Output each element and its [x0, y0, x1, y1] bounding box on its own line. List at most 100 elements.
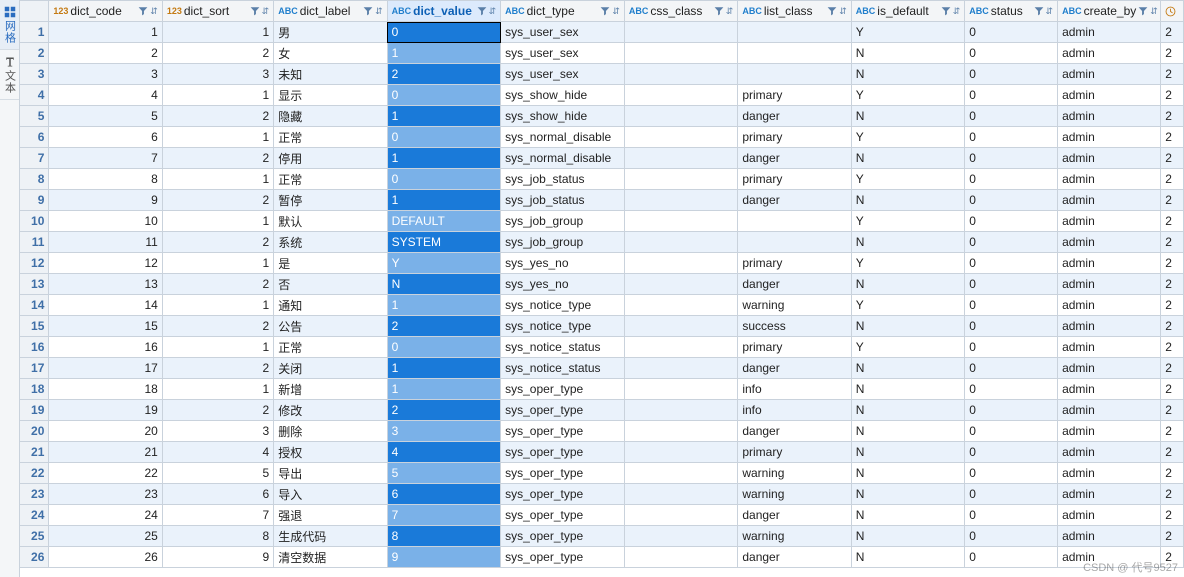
column-header-dict_type[interactable]: ABCdict_type⇵	[501, 1, 625, 22]
cell-dict_value[interactable]: 2	[387, 400, 500, 421]
cell-dict_value[interactable]: N	[387, 274, 500, 295]
cell-dict_code[interactable]: 3	[49, 64, 162, 85]
column-header-list_class[interactable]: ABClist_class⇵	[738, 1, 851, 22]
cell-create_tm[interactable]: 2	[1161, 274, 1184, 295]
table-row[interactable]: 19192修改2sys_oper_typeinfoN0admin2	[20, 400, 1184, 421]
table-row[interactable]: 24247强退7sys_oper_typedangerN0admin2	[20, 505, 1184, 526]
table-row[interactable]: 881正常0sys_job_statusprimaryY0admin2	[20, 169, 1184, 190]
cell-dict_sort[interactable]: 1	[162, 379, 273, 400]
cell-dict_value[interactable]: 2	[387, 316, 500, 337]
cell-dict_type[interactable]: sys_notice_type	[501, 295, 625, 316]
cell-create_by[interactable]: admin	[1058, 148, 1161, 169]
cell-css_class[interactable]	[624, 316, 737, 337]
cell-css_class[interactable]	[624, 337, 737, 358]
cell-status[interactable]: 0	[965, 43, 1058, 64]
table-row[interactable]: 333未知2sys_user_sexN0admin2	[20, 64, 1184, 85]
cell-dict_code[interactable]: 16	[49, 337, 162, 358]
cell-list_class[interactable]: danger	[738, 505, 851, 526]
cell-dict_code[interactable]: 25	[49, 526, 162, 547]
table-row[interactable]: 20203删除3sys_oper_typedangerN0admin2	[20, 421, 1184, 442]
cell-dict_sort[interactable]: 8	[162, 526, 273, 547]
cell-is_default[interactable]: N	[851, 379, 964, 400]
cell-dict_label[interactable]: 正常	[274, 169, 387, 190]
table-row[interactable]: 25258生成代码8sys_oper_typewarningN0admin2	[20, 526, 1184, 547]
cell-status[interactable]: 0	[965, 316, 1058, 337]
filter-icon[interactable]	[941, 6, 951, 16]
table-row[interactable]: 661正常0sys_normal_disableprimaryY0admin2	[20, 127, 1184, 148]
cell-is_default[interactable]: N	[851, 148, 964, 169]
sort-icon[interactable]: ⇵	[953, 6, 961, 17]
cell-create_tm[interactable]: 2	[1161, 253, 1184, 274]
cell-dict_sort[interactable]: 1	[162, 337, 273, 358]
cell-dict_sort[interactable]: 2	[162, 316, 273, 337]
cell-dict_value[interactable]: 0	[387, 22, 500, 43]
cell-create_tm[interactable]: 2	[1161, 295, 1184, 316]
table-row[interactable]: 441显示0sys_show_hideprimaryY0admin2	[20, 85, 1184, 106]
filter-icon[interactable]	[600, 6, 610, 16]
cell-create_tm[interactable]: 2	[1161, 148, 1184, 169]
row-number-cell[interactable]: 1	[20, 22, 49, 43]
cell-create_tm[interactable]: 2	[1161, 316, 1184, 337]
cell-create_tm[interactable]: 2	[1161, 43, 1184, 64]
table-row[interactable]: 222女1sys_user_sexN0admin2	[20, 43, 1184, 64]
row-number-cell[interactable]: 25	[20, 526, 49, 547]
filter-icon[interactable]	[827, 6, 837, 16]
cell-dict_code[interactable]: 20	[49, 421, 162, 442]
cell-dict_type[interactable]: sys_job_status	[501, 190, 625, 211]
cell-css_class[interactable]	[624, 253, 737, 274]
cell-dict_label[interactable]: 隐藏	[274, 106, 387, 127]
cell-status[interactable]: 0	[965, 421, 1058, 442]
filter-icon[interactable]	[363, 6, 373, 16]
cell-css_class[interactable]	[624, 421, 737, 442]
row-number-cell[interactable]: 12	[20, 253, 49, 274]
cell-create_tm[interactable]: 2	[1161, 232, 1184, 253]
cell-dict_label[interactable]: 女	[274, 43, 387, 64]
cell-dict_type[interactable]: sys_oper_type	[501, 526, 625, 547]
cell-is_default[interactable]: Y	[851, 169, 964, 190]
cell-dict_label[interactable]: 否	[274, 274, 387, 295]
cell-dict_label[interactable]: 显示	[274, 85, 387, 106]
column-header-css_class[interactable]: ABCcss_class⇵	[624, 1, 737, 22]
cell-dict_sort[interactable]: 3	[162, 421, 273, 442]
cell-status[interactable]: 0	[965, 526, 1058, 547]
sort-icon[interactable]: ⇵	[726, 6, 734, 17]
cell-status[interactable]: 0	[965, 274, 1058, 295]
filter-icon[interactable]	[250, 6, 260, 16]
cell-dict_sort[interactable]: 2	[162, 43, 273, 64]
cell-css_class[interactable]	[624, 379, 737, 400]
table-row[interactable]: 14141通知1sys_notice_typewarningY0admin2	[20, 295, 1184, 316]
cell-status[interactable]: 0	[965, 442, 1058, 463]
cell-dict_type[interactable]: sys_oper_type	[501, 442, 625, 463]
column-header-dict_label[interactable]: ABCdict_label⇵	[274, 1, 387, 22]
cell-status[interactable]: 0	[965, 22, 1058, 43]
cell-dict_code[interactable]: 15	[49, 316, 162, 337]
cell-create_tm[interactable]: 2	[1161, 64, 1184, 85]
cell-dict_type[interactable]: sys_normal_disable	[501, 127, 625, 148]
cell-create_tm[interactable]: 2	[1161, 106, 1184, 127]
table-row[interactable]: 17172关闭1sys_notice_statusdangerN0admin2	[20, 358, 1184, 379]
cell-dict_label[interactable]: 通知	[274, 295, 387, 316]
cell-dict_sort[interactable]: 2	[162, 358, 273, 379]
cell-dict_label[interactable]: 系统	[274, 232, 387, 253]
filter-icon[interactable]	[1034, 6, 1044, 16]
cell-list_class[interactable]	[738, 232, 851, 253]
column-header-status[interactable]: ABCstatus⇵	[965, 1, 1058, 22]
cell-is_default[interactable]: N	[851, 421, 964, 442]
cell-dict_value[interactable]: 7	[387, 505, 500, 526]
cell-dict_code[interactable]: 19	[49, 400, 162, 421]
cell-dict_type[interactable]: sys_notice_status	[501, 358, 625, 379]
cell-create_tm[interactable]: 2	[1161, 211, 1184, 232]
cell-status[interactable]: 0	[965, 484, 1058, 505]
cell-dict_label[interactable]: 未知	[274, 64, 387, 85]
cell-dict_code[interactable]: 12	[49, 253, 162, 274]
row-number-cell[interactable]: 4	[20, 85, 49, 106]
cell-create_by[interactable]: admin	[1058, 85, 1161, 106]
cell-dict_label[interactable]: 生成代码	[274, 526, 387, 547]
cell-dict_type[interactable]: sys_user_sex	[501, 43, 625, 64]
cell-status[interactable]: 0	[965, 127, 1058, 148]
cell-list_class[interactable]: primary	[738, 337, 851, 358]
cell-create_tm[interactable]: 2	[1161, 442, 1184, 463]
cell-create_by[interactable]: admin	[1058, 43, 1161, 64]
cell-dict_label[interactable]: 导入	[274, 484, 387, 505]
cell-create_by[interactable]: admin	[1058, 463, 1161, 484]
